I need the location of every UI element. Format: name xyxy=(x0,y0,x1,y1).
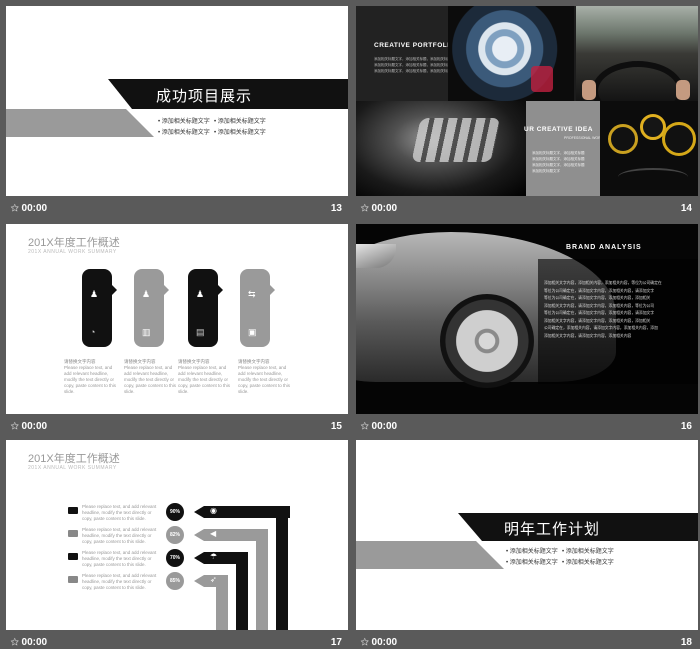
slide-number: 16 xyxy=(680,420,692,432)
slide-number: 13 xyxy=(330,202,342,214)
slide-18: 明年工作计划 • 添加相关标题文字 • 添加相关标题文字 • 添加相关标题文字 … xyxy=(356,440,698,630)
summary-card-2: ♟ ▥ xyxy=(134,269,169,347)
slide-footer: ✩ 00:00 17 xyxy=(6,632,348,649)
slide-title: 成功项目展示 xyxy=(156,88,253,105)
bullet-text: • 添加相关标题文字 xyxy=(214,130,266,136)
person-icon: ♟ xyxy=(90,289,99,299)
item-text: 请替换文字内容 Please replace text, and add rele… xyxy=(238,359,290,394)
umbrella-icon: ☂ xyxy=(210,552,218,561)
slide-footer: ✩ 00:00 18 xyxy=(356,632,698,649)
slide-time: 00:00 xyxy=(371,420,398,432)
slide-footer: ✩ 00:00 16 xyxy=(356,416,698,436)
percent-badge: 90% xyxy=(166,503,184,521)
percent-badge: 85% xyxy=(166,572,184,590)
slide-15: 201X年度工作概述 201X ANNUAL WORK SUMMARY ♟ ◔ … xyxy=(6,224,348,414)
percent-badge: 70% xyxy=(166,549,184,567)
bullet-text: • 添加相关标题文字 xyxy=(158,119,210,125)
slide-time: 00:00 xyxy=(371,636,398,648)
portfolio-text: 添加相关标题文字，添加相关标题，添加相关标题 添加相关标题文字，添加相关标题，添加… xyxy=(374,57,451,73)
transition-star-icon: ✩ xyxy=(11,636,19,647)
transition-star-icon: ✩ xyxy=(361,636,369,647)
idea-heading: UR CREATIVE IDEA xyxy=(524,126,593,133)
slide-footer: ✩ 00:00 13 xyxy=(6,198,348,218)
brand-text: 添加相关文字内容，添加相关内容，添加相关内容，等位为公司确定在 等位为公司确定在，… xyxy=(544,281,662,338)
transition-star-icon: ✩ xyxy=(11,202,19,213)
slide-title: 201X年度工作概述 xyxy=(28,453,120,465)
summary-card-1: ♟ ◔ xyxy=(82,269,117,347)
slide-thumb-16[interactable]: BRAND ANALYSIS 添加相关文字内容，添加相关内容，添加相关内容，等位… xyxy=(356,224,698,438)
percent-badge: 82% xyxy=(166,526,184,544)
slide-subtitle: 201X ANNUAL WORK SUMMARY xyxy=(28,249,117,255)
summary-card-3: ♟ ▤ xyxy=(188,269,223,347)
transition-star-icon: ✩ xyxy=(11,420,19,431)
slide-number: 18 xyxy=(680,636,692,648)
bullet-text: • 添加相关标题文字 xyxy=(214,119,266,125)
portfolio-heading: CREATIVE PORTFOLIO xyxy=(374,42,456,49)
item-text: 请替换文字内容 Please replace text, and add rele… xyxy=(64,359,116,394)
slide-footer: ✩ 00:00 14 xyxy=(356,198,698,218)
bullet-text: • 添加相关标题文字 xyxy=(506,560,558,566)
chart-icon: ◔ xyxy=(90,327,96,337)
wheel-photo xyxy=(448,6,574,101)
item-text: 请替换文字内容 Please replace text, and add rele… xyxy=(124,359,176,394)
gray-band xyxy=(356,541,504,569)
slide-footer: ✩ 00:00 15 xyxy=(6,416,348,436)
person-icon: ♟ xyxy=(196,289,205,299)
slide-number: 14 xyxy=(680,202,692,214)
rocket-icon: ➶ xyxy=(210,575,217,584)
idea-sub: PROFESSIONAL WORK xyxy=(564,136,603,140)
slide-time: 00:00 xyxy=(21,636,48,648)
slide-14: CREATIVE PORTFOLIO 添加相关标题文字，添加相关标题，添加相关标… xyxy=(356,6,698,196)
handshake-icon: ⇆ xyxy=(248,289,256,299)
slide-17: 201X年度工作概述 201X ANNUAL WORK SUMMARY ◉ ◀ … xyxy=(6,440,348,630)
slide-time: 00:00 xyxy=(21,202,48,214)
slide-13: 成功项目展示 • 添加相关标题文字 • 添加相关标题文字 • 添加相关标题文字 … xyxy=(6,6,348,196)
megaphone-icon: ◀ xyxy=(210,529,217,538)
slide-title: 201X年度工作概述 xyxy=(28,237,120,249)
bar-chart-icon: ▥ xyxy=(142,327,151,337)
globe-icon: ◉ xyxy=(210,506,217,515)
slide-thumb-18[interactable]: 明年工作计划 • 添加相关标题文字 • 添加相关标题文字 • 添加相关标题文字 … xyxy=(356,440,698,649)
transition-star-icon: ✩ xyxy=(361,420,369,431)
person-icon: ♟ xyxy=(142,289,151,299)
item-text: 请替换文字内容 Please replace text, and add rele… xyxy=(178,359,230,394)
row-text: Please replace text, and add relevant he… xyxy=(82,504,157,521)
gray-band xyxy=(6,109,154,137)
slide-thumb-17[interactable]: 201X年度工作概述 201X ANNUAL WORK SUMMARY ◉ ◀ … xyxy=(6,440,348,649)
row-text: Please replace text, and add relevant he… xyxy=(82,573,157,590)
slide-number: 17 xyxy=(330,636,342,648)
slide-16: BRAND ANALYSIS 添加相关文字内容，添加相关内容，添加相关内容，等位… xyxy=(356,224,698,414)
bullet-text: • 添加相关标题文字 xyxy=(562,549,614,555)
slide-thumb-14[interactable]: CREATIVE PORTFOLIO 添加相关标题文字，添加相关标题，添加相关标… xyxy=(356,6,698,220)
bullet-text: • 添加相关标题文字 xyxy=(158,130,210,136)
summary-card-4: ⇆ ▣ xyxy=(240,269,275,347)
file-icon: ▣ xyxy=(248,327,257,337)
row-text: Please replace text, and add relevant he… xyxy=(82,527,157,544)
transition-star-icon: ✩ xyxy=(361,202,369,213)
brand-heading: BRAND ANALYSIS xyxy=(566,244,642,251)
wheel-icon xyxy=(440,294,534,388)
bullet-text: • 添加相关标题文字 xyxy=(562,560,614,566)
slide-thumb-15[interactable]: 201X年度工作概述 201X ANNUAL WORK SUMMARY ♟ ◔ … xyxy=(6,224,348,438)
slide-subtitle: 201X ANNUAL WORK SUMMARY xyxy=(28,465,117,471)
document-icon: ▤ xyxy=(196,327,205,337)
slide-time: 00:00 xyxy=(21,420,48,432)
slide-number: 15 xyxy=(330,420,342,432)
idea-text: 添加相关标题文字，添加相关标题 添加相关标题文字，添加相关标题 添加相关标题文字，添… xyxy=(532,151,585,173)
row-text: Please replace text, and add relevant he… xyxy=(82,550,157,567)
slide-title: 明年工作计划 xyxy=(504,521,601,538)
slide-time: 00:00 xyxy=(371,202,398,214)
bullet-text: • 添加相关标题文字 xyxy=(506,549,558,555)
idea-box xyxy=(526,101,600,196)
slide-thumb-13[interactable]: 成功项目展示 • 添加相关标题文字 • 添加相关标题文字 • 添加相关标题文字 … xyxy=(6,6,348,220)
